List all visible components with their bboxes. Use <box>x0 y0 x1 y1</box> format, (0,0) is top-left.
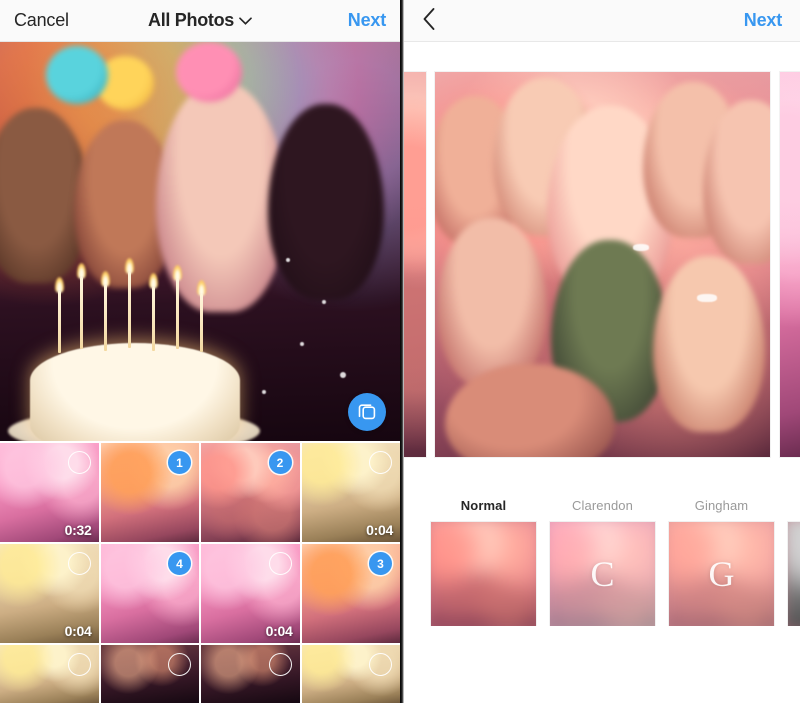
carousel-current-photo[interactable] <box>435 72 770 457</box>
photo-carousel <box>404 72 800 457</box>
selection-indicator[interactable]: 1 <box>168 451 191 474</box>
multi-select-toggle-button[interactable] <box>348 393 386 431</box>
back-button[interactable] <box>422 7 436 34</box>
grid-thumbnail[interactable] <box>100 645 199 703</box>
photo-picker-screen: Cancel All Photos Next 0:32 1 2 0:04 0:0… <box>0 0 800 703</box>
grid-thumbnail[interactable] <box>0 645 99 703</box>
video-duration: 0:04 <box>265 623 293 639</box>
filter-letter <box>431 522 536 626</box>
filter-label: Clarendon <box>572 498 633 513</box>
library-picker-panel: Cancel All Photos Next 0:32 1 2 0:04 0:0… <box>0 0 400 703</box>
album-title: All Photos <box>148 10 234 30</box>
selection-indicator[interactable]: 2 <box>268 451 292 474</box>
selection-indicator[interactable] <box>268 552 292 575</box>
photo-grid: 0:32 1 2 0:04 0:04 4 0:04 3 <box>0 441 400 703</box>
album-selector-button[interactable]: All Photos <box>148 10 252 31</box>
grid-thumbnail[interactable] <box>301 645 400 703</box>
selection-indicator[interactable] <box>168 653 191 676</box>
video-duration: 0:04 <box>366 522 393 538</box>
filter-label: Normal <box>460 498 507 513</box>
filter-letter: C <box>590 554 615 594</box>
filter-option-gingham[interactable]: Gingham G <box>669 498 774 626</box>
filter-label: Gingham <box>694 498 749 513</box>
filter-option-moon[interactable]: M M <box>788 498 800 626</box>
grid-thumbnail[interactable] <box>201 645 300 703</box>
selection-indicator[interactable]: 3 <box>369 552 392 575</box>
filter-editor-panel: Next Normal Clarendon C Gingham G <box>404 0 800 703</box>
grid-thumbnail[interactable]: 3 <box>301 544 400 643</box>
video-duration: 0:32 <box>64 522 92 538</box>
video-duration: 0:04 <box>64 623 92 639</box>
selection-indicator[interactable] <box>369 653 392 676</box>
selection-indicator[interactable] <box>67 451 91 474</box>
chevron-down-icon <box>239 13 252 28</box>
stacked-squares-icon <box>357 401 377 424</box>
filter-strip: Normal Clarendon C Gingham G <box>404 498 800 626</box>
filter-option-clarendon[interactable]: Clarendon C <box>550 498 655 626</box>
library-header: Cancel All Photos Next <box>0 0 400 42</box>
grid-thumbnail[interactable]: 1 <box>100 443 199 542</box>
grid-thumbnail[interactable]: 2 <box>201 443 300 542</box>
filter-letter: M <box>788 522 800 626</box>
grid-thumbnail[interactable]: 4 <box>100 544 199 643</box>
chevron-left-icon <box>422 7 436 34</box>
filter-preview-thumbnail: M <box>788 522 800 626</box>
grid-thumbnail[interactable]: 0:32 <box>0 443 99 542</box>
selection-indicator[interactable] <box>67 653 91 676</box>
selection-indicator[interactable]: 4 <box>168 552 191 575</box>
grid-thumbnail[interactable]: 0:04 <box>301 443 400 542</box>
cancel-button[interactable]: Cancel <box>14 10 69 31</box>
filter-label: M <box>788 498 800 513</box>
selected-photo-preview[interactable] <box>0 42 400 441</box>
grid-thumbnail[interactable]: 0:04 <box>0 544 99 643</box>
selection-indicator[interactable] <box>268 653 292 676</box>
filter-preview-thumbnail: C <box>550 522 655 626</box>
filter-preview-thumbnail: G <box>669 522 774 626</box>
preview-photo-image <box>0 42 400 441</box>
carousel-previous-preview[interactable] <box>404 72 426 457</box>
next-button[interactable]: Next <box>744 10 782 31</box>
selection-indicator[interactable] <box>369 451 392 474</box>
filter-preview-thumbnail <box>431 522 536 626</box>
filter-option-normal[interactable]: Normal <box>431 498 536 626</box>
filter-letter: G <box>708 554 735 594</box>
next-button[interactable]: Next <box>348 10 386 31</box>
carousel-next-preview[interactable] <box>780 72 800 457</box>
selection-indicator[interactable] <box>67 552 91 575</box>
editor-header: Next <box>404 0 800 42</box>
grid-thumbnail[interactable]: 0:04 <box>201 544 300 643</box>
